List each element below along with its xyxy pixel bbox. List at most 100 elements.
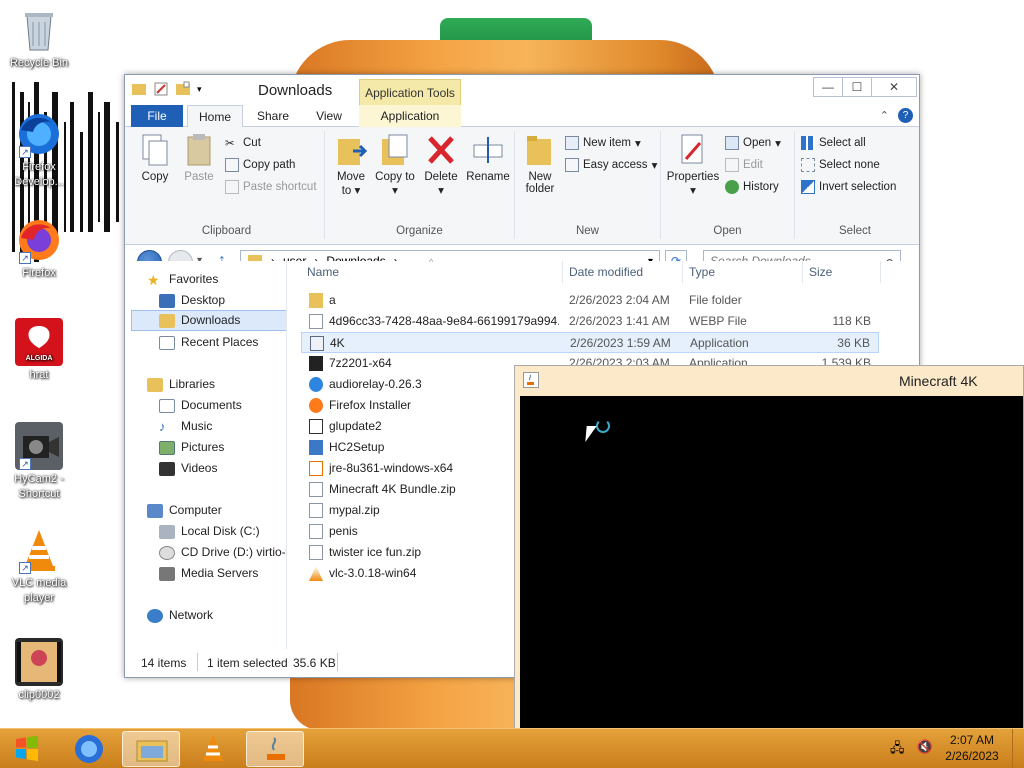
volume-muted-icon[interactable]: 🔇	[917, 739, 933, 761]
nav-local-disk[interactable]: Local Disk (C:)	[159, 521, 260, 542]
nav-libraries[interactable]: Libraries	[147, 374, 215, 395]
tab-share[interactable]: Share	[247, 105, 299, 127]
nav-downloads[interactable]: Downloads	[131, 310, 286, 331]
new-folder-icon[interactable]	[175, 81, 191, 97]
application-tools-context-tab: Application Tools	[359, 79, 461, 105]
start-button[interactable]	[4, 731, 50, 767]
copy-button[interactable]: Copy	[135, 133, 175, 183]
select-none-button[interactable]: Select none	[801, 155, 880, 175]
tab-home[interactable]: Home	[187, 105, 243, 128]
close-button[interactable]: ✕	[871, 77, 917, 97]
java-icon	[309, 461, 323, 476]
desktop-icon-clip0002[interactable]: clip0002	[4, 638, 74, 703]
move-to-button[interactable]: Move to ▾	[331, 133, 371, 197]
maximize-button[interactable]: ☐	[842, 77, 872, 97]
desktop-icon	[159, 293, 175, 308]
hard-drive-icon	[159, 524, 175, 539]
loading-spinner-icon	[596, 419, 610, 433]
paste-shortcut-button[interactable]: Paste shortcut	[225, 177, 317, 197]
delete-button[interactable]: Delete ▾	[421, 133, 461, 197]
vlc-icon	[203, 735, 223, 761]
taskbar-clock[interactable]: 2:07 AM 2/26/2023	[940, 732, 1004, 764]
copy-to-button[interactable]: Copy to ▾	[375, 133, 415, 197]
cut-button[interactable]: ✂ Cut	[225, 133, 261, 153]
copy-path-button[interactable]: Copy path	[225, 155, 295, 175]
desktop-icon-hycam[interactable]: ↗ HyCam2 - Shortcut	[4, 422, 74, 502]
minecraft-canvas[interactable]	[520, 396, 1023, 729]
desktop-icon-firefox-developer[interactable]: ↗ Firefox Develop...	[4, 110, 74, 190]
nav-music[interactable]: ♪ Music	[159, 416, 212, 437]
folder-icon[interactable]	[131, 81, 147, 97]
nav-recent-places[interactable]: Recent Places	[159, 332, 258, 353]
firefox-icon: ↗	[15, 216, 63, 264]
desktop-icon-firefox[interactable]: ↗ Firefox	[4, 216, 74, 281]
file-icon	[309, 314, 323, 329]
recycle-bin-icon	[15, 6, 63, 54]
column-header-size[interactable]: Size	[803, 261, 881, 283]
recent-places-icon	[159, 335, 175, 350]
easy-access-button[interactable]: Easy access ▾	[565, 155, 657, 175]
chevron-down-icon[interactable]: ▾	[197, 81, 213, 97]
file-row[interactable]: 4K 2/26/2023 1:59 AM Application 36 KB	[301, 332, 879, 353]
rename-button[interactable]: Rename	[465, 133, 511, 183]
collapse-ribbon-icon[interactable]: ⌃	[880, 109, 889, 122]
new-folder-button[interactable]: New folder	[519, 133, 561, 195]
taskbar-vlc[interactable]	[184, 731, 242, 767]
desktop-icon-hrat[interactable]: ALGIDA hrat	[4, 318, 74, 383]
file-date: 2/26/2023 1:59 AM	[570, 336, 671, 350]
videos-icon	[159, 461, 175, 476]
edit-button[interactable]: Edit	[725, 155, 763, 175]
zip-icon	[309, 545, 323, 560]
file-size: 118 KB	[832, 314, 871, 328]
7zip-icon	[309, 356, 323, 371]
column-header-date[interactable]: Date modified	[563, 261, 683, 283]
nav-cd-drive[interactable]: CD Drive (D:) virtio-w	[159, 542, 286, 563]
paste-button[interactable]: Paste	[179, 133, 219, 183]
nav-desktop[interactable]: Desktop	[159, 290, 225, 311]
open-button[interactable]: Open ▾	[725, 133, 781, 153]
minimize-button[interactable]: —	[813, 77, 843, 97]
desktop-icon-recycle-bin[interactable]: Recycle Bin	[4, 6, 74, 71]
nav-favorites[interactable]: ★ Favorites	[147, 269, 218, 290]
select-all-button[interactable]: Select all	[801, 133, 866, 153]
minecraft-window[interactable]: Minecraft 4K	[514, 365, 1024, 730]
select-all-icon	[801, 136, 815, 150]
properties-icon[interactable]	[153, 81, 169, 97]
new-item-button[interactable]: New item ▾	[565, 133, 641, 153]
tab-view[interactable]: View	[303, 105, 355, 127]
file-row[interactable]: 4d96cc33-7428-48aa-9e84-66199179a994... 2…	[301, 311, 879, 332]
ribbon: Copy Paste ✂ Cut Copy path Paste shortcut…	[125, 127, 919, 245]
nav-pictures[interactable]: Pictures	[159, 437, 224, 458]
show-desktop-button[interactable]	[1012, 729, 1024, 768]
media-server-icon	[159, 566, 175, 581]
window-title: Downloads	[258, 82, 333, 99]
file-size: 36 KB	[837, 336, 870, 350]
file-row[interactable]: a 2/26/2023 2:04 AM File folder	[301, 290, 879, 311]
mouse-cursor-icon	[585, 426, 597, 442]
desktop-icon-vlc[interactable]: ↗ VLC media player	[4, 526, 74, 606]
properties-button[interactable]: Properties ▾	[665, 133, 721, 197]
network-tray-icon[interactable]: 🖧	[890, 739, 905, 761]
invert-selection-button[interactable]: Invert selection	[801, 177, 896, 197]
app-icon	[310, 336, 324, 351]
tab-application[interactable]: Application	[359, 105, 461, 127]
tab-file[interactable]: File	[131, 105, 183, 127]
copy-icon	[139, 133, 171, 167]
taskbar-java[interactable]	[246, 731, 304, 767]
documents-icon	[159, 398, 175, 413]
nav-videos[interactable]: Videos	[159, 458, 217, 479]
nav-media-servers[interactable]: Media Servers	[159, 563, 258, 584]
history-button[interactable]: History	[725, 177, 779, 197]
network-icon	[147, 608, 163, 623]
organize-group: Move to ▾ Copy to ▾ Delete ▾ Rename Organ…	[325, 131, 515, 239]
nav-computer[interactable]: Computer	[147, 500, 222, 521]
nav-documents[interactable]: Documents	[159, 395, 242, 416]
nav-network[interactable]: Network	[147, 605, 213, 626]
star-icon: ★	[147, 271, 160, 288]
move-to-icon	[335, 133, 368, 167]
help-icon[interactable]: ?	[898, 108, 913, 123]
taskbar-firefox[interactable]	[60, 731, 118, 767]
explorer-titlebar[interactable]: ▾ Downloads Application Tools — ☐ ✕	[125, 75, 919, 105]
taskbar-file-explorer[interactable]	[122, 731, 180, 767]
column-header-type[interactable]: Type	[683, 261, 803, 283]
